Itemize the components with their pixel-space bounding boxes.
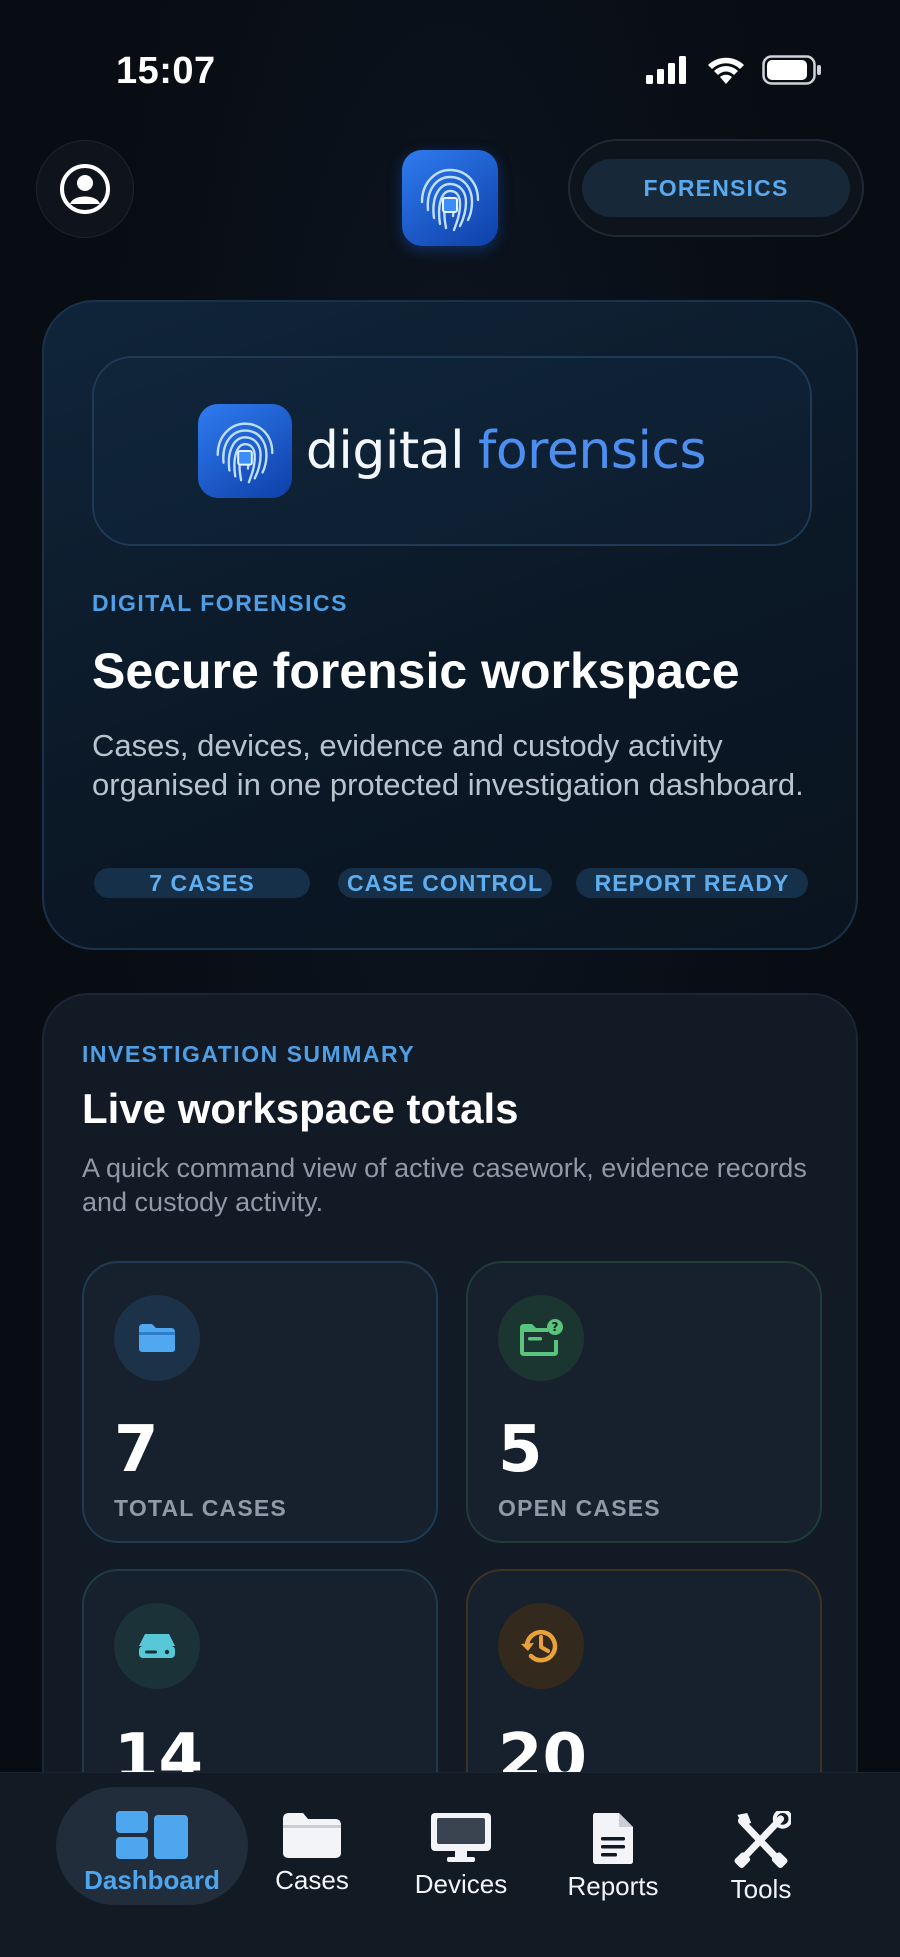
fingerprint-icon bbox=[420, 168, 480, 232]
tab-label: Devices bbox=[414, 1869, 508, 1899]
logo-icon bbox=[197, 404, 292, 498]
stat-icon-bg bbox=[114, 1295, 200, 1381]
fingerprint-icon bbox=[216, 422, 274, 484]
chip-case-control: CASE CONTROL bbox=[338, 868, 552, 898]
stat-icon-bg bbox=[498, 1603, 584, 1689]
tab-cases[interactable]: Cases bbox=[256, 1787, 368, 1905]
stat-total-cases[interactable]: 7 TOTAL CASES bbox=[82, 1261, 438, 1543]
summary-eyebrow: INVESTIGATION SUMMARY bbox=[82, 1041, 416, 1067]
folder-icon bbox=[283, 1813, 341, 1858]
tab-reports[interactable]: Reports bbox=[552, 1787, 674, 1905]
monitor-icon bbox=[431, 1813, 491, 1862]
hero-card: digital forensics DIGITAL FORENSICS Secu… bbox=[42, 300, 858, 950]
chip-cases: 7 CASES bbox=[94, 868, 310, 898]
document-icon bbox=[593, 1813, 633, 1864]
status-bar: 15:07 bbox=[0, 0, 900, 140]
profile-button[interactable] bbox=[36, 140, 134, 238]
summary-title: Live workspace totals bbox=[82, 1085, 519, 1132]
tab-label: Reports bbox=[567, 1871, 659, 1901]
stat-value: 5 bbox=[498, 1413, 543, 1487]
stat-icon-bg bbox=[114, 1603, 200, 1689]
logo-word-forensics: forensics bbox=[478, 421, 707, 481]
mode-switch[interactable]: FORENSICS bbox=[568, 139, 864, 237]
status-time: 15:07 bbox=[116, 50, 216, 92]
bottom-tab-bar: Dashboard Cases Devices Reports Tools bbox=[0, 1772, 900, 1957]
dashboard-screen: 15:07 FORENSICS digital forensics DIGITA… bbox=[0, 0, 900, 1957]
wifi-icon bbox=[708, 57, 744, 84]
logo-word-digital: digital bbox=[305, 421, 465, 481]
tab-label: Cases bbox=[275, 1865, 349, 1895]
hero-eyebrow: DIGITAL FORENSICS bbox=[92, 590, 348, 616]
folder-icon bbox=[139, 1324, 175, 1352]
signal-icon bbox=[646, 56, 686, 84]
dashboard-icon bbox=[116, 1811, 188, 1859]
hero-chips: 7 CASES CASE CONTROL REPORT READY bbox=[92, 868, 832, 900]
tab-label: Dashboard bbox=[84, 1865, 220, 1895]
history-icon bbox=[521, 1629, 558, 1663]
folder-question-icon: ? bbox=[520, 1319, 563, 1356]
mode-label[interactable]: FORENSICS bbox=[582, 159, 850, 217]
drive-icon bbox=[139, 1634, 175, 1658]
stat-icon-bg: ? bbox=[498, 1295, 584, 1381]
tab-dashboard[interactable]: Dashboard bbox=[56, 1787, 248, 1905]
stat-label: OPEN CASES bbox=[498, 1495, 661, 1521]
logo-wordmark: digital forensics bbox=[305, 421, 707, 481]
user-circle-icon bbox=[60, 164, 110, 214]
hero-description: Cases, devices, evidence and custody act… bbox=[92, 728, 804, 802]
tools-icon bbox=[734, 1811, 791, 1868]
tab-label: Tools bbox=[730, 1874, 792, 1904]
svg-text:?: ? bbox=[552, 1320, 559, 1334]
tab-tools[interactable]: Tools bbox=[702, 1787, 820, 1905]
stat-label: TOTAL CASES bbox=[114, 1495, 287, 1521]
stat-value: 7 bbox=[114, 1413, 159, 1487]
logo-banner: digital forensics bbox=[92, 356, 812, 546]
chip-report-ready: REPORT READY bbox=[576, 868, 808, 898]
summary-description: A quick command view of active casework,… bbox=[82, 1153, 807, 1217]
battery-icon bbox=[762, 55, 821, 85]
app-logo bbox=[402, 150, 498, 246]
hero-title: Secure forensic workspace bbox=[92, 643, 740, 699]
tab-devices[interactable]: Devices bbox=[398, 1787, 524, 1905]
stat-open-cases[interactable]: ? 5 OPEN CASES bbox=[466, 1261, 822, 1543]
status-icons bbox=[646, 55, 822, 85]
